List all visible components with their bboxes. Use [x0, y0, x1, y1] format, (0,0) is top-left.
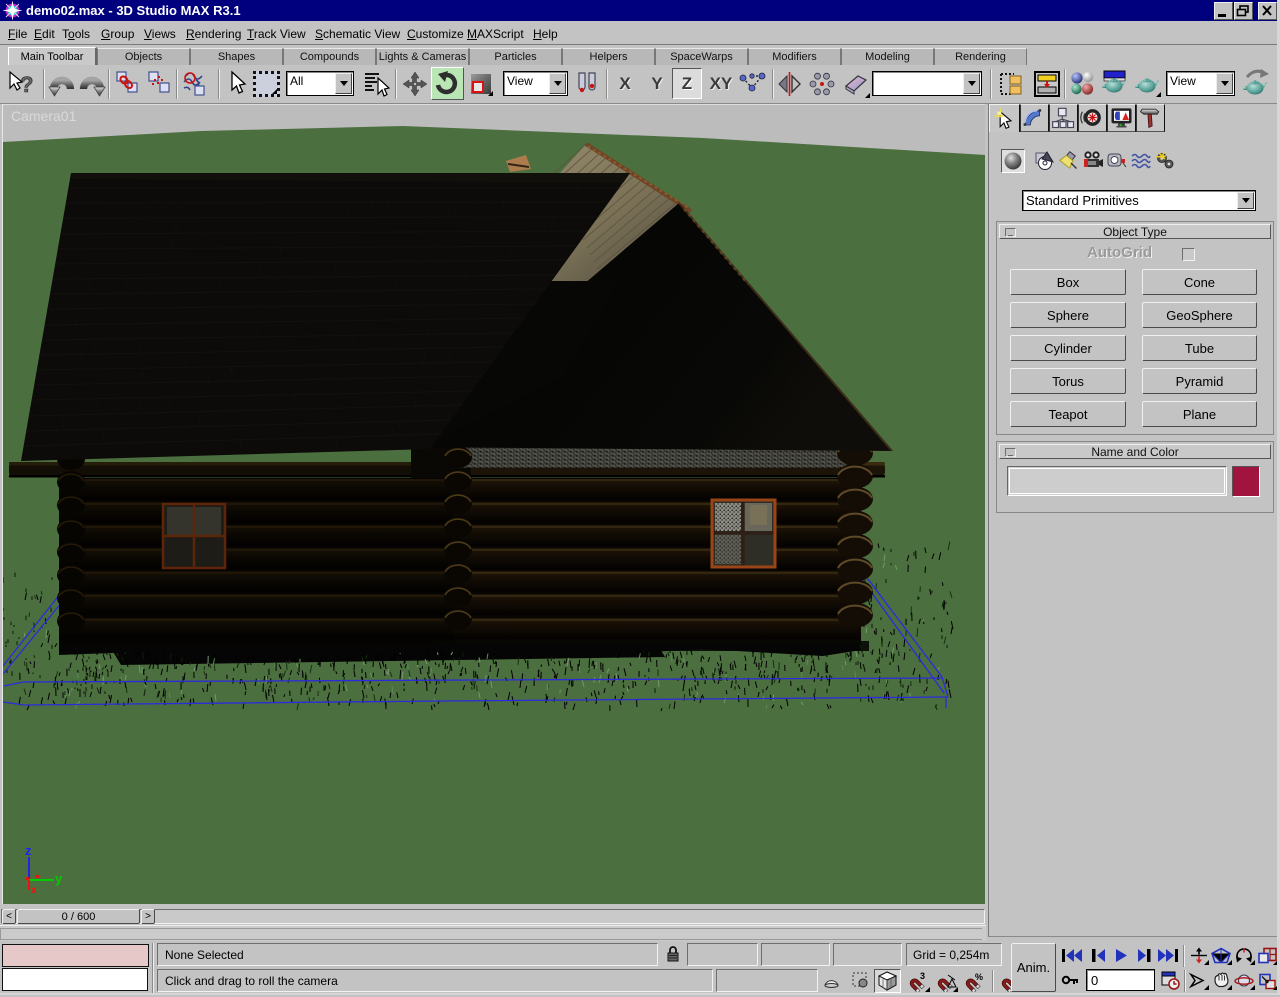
svg-text:z: z — [25, 843, 32, 858]
svg-text:y: y — [55, 871, 63, 886]
svg-text:%: % — [975, 972, 983, 982]
svg-text:3: 3 — [920, 971, 925, 981]
svg-text:Camera01: Camera01 — [11, 108, 77, 124]
svg-text:x: x — [31, 885, 37, 896]
svg-text:?: ? — [20, 72, 33, 97]
